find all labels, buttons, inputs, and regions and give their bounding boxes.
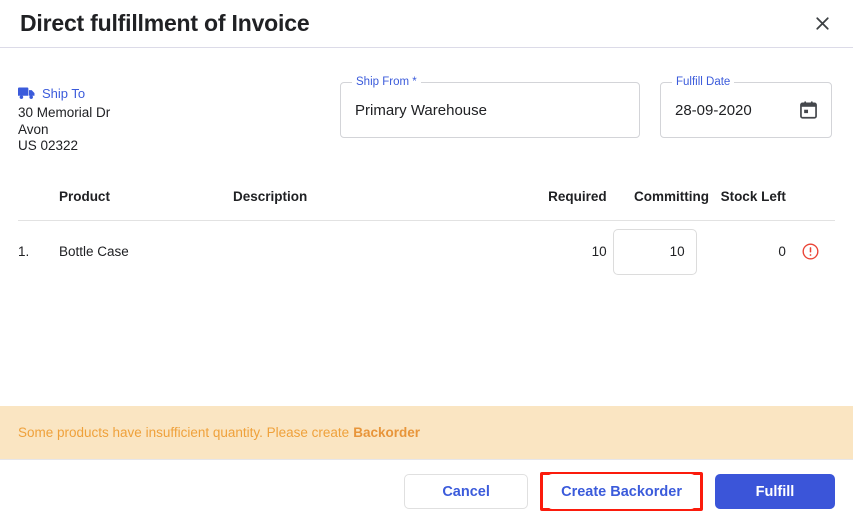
products-header-row: Product Description Required Committing … bbox=[18, 188, 835, 221]
calendar-icon[interactable] bbox=[792, 101, 817, 119]
column-header-committing: Committing bbox=[634, 188, 710, 204]
insufficient-quantity-banner: Some products have insufficient quantity… bbox=[0, 406, 853, 460]
committing-input[interactable]: 10 bbox=[612, 228, 697, 275]
ship-to-block: Ship To 30 Memorial Dr Avon US 02322 bbox=[18, 82, 340, 155]
row-stock-left: 0 bbox=[778, 244, 786, 259]
row-committing-cell: 10 bbox=[607, 220, 709, 283]
create-backorder-highlight: Create Backorder bbox=[540, 472, 703, 511]
row-description bbox=[233, 220, 515, 283]
row-product-name: Bottle Case bbox=[58, 244, 129, 259]
column-header-required: Required bbox=[548, 188, 607, 204]
ship-to-address-line-3: US 02322 bbox=[18, 138, 79, 153]
table-row: 1. Bottle Case 10 10 0 bbox=[18, 220, 835, 283]
fulfill-date-value: 28-09-2020 bbox=[675, 101, 752, 119]
error-circle-icon bbox=[802, 243, 819, 260]
products-table-body: 1. Bottle Case 10 10 0 bbox=[18, 220, 835, 283]
cancel-button[interactable]: Cancel bbox=[404, 474, 529, 509]
dialog-header: Direct fulfillment of Invoice bbox=[0, 0, 853, 48]
ship-from-field[interactable]: Ship From * Primary Warehouse bbox=[340, 75, 640, 138]
create-backorder-button[interactable]: Create Backorder bbox=[547, 474, 696, 509]
ship-to-heading: Ship To bbox=[18, 86, 340, 101]
row-index: 1. bbox=[18, 244, 30, 259]
banner-message: Some products have insufficient quantity… bbox=[18, 425, 350, 440]
ship-to-address-line-2: Avon bbox=[18, 121, 49, 137]
products-table-head: Product Description Required Committing … bbox=[18, 188, 835, 221]
column-header-stock-left: Stock Left bbox=[720, 188, 786, 204]
ship-to-address-line-1: 30 Memorial Dr bbox=[18, 105, 111, 120]
backorder-link[interactable]: Backorder bbox=[353, 425, 420, 440]
ship-from-label: Ship From * bbox=[352, 75, 421, 89]
fulfill-button[interactable]: Fulfill bbox=[715, 474, 835, 509]
row-flag-cell bbox=[786, 220, 835, 283]
column-header-product: Product bbox=[58, 188, 110, 204]
column-header-flag bbox=[786, 189, 835, 221]
fulfill-date-label: Fulfill Date bbox=[672, 75, 735, 89]
ship-from-value: Primary Warehouse bbox=[355, 101, 487, 119]
products-table-wrapper: Product Description Required Committing … bbox=[0, 189, 853, 283]
page-title: Direct fulfillment of Invoice bbox=[20, 10, 310, 36]
direct-fulfillment-dialog: Direct fulfillment of Invoice Ship To 30… bbox=[0, 0, 853, 523]
close-icon[interactable] bbox=[809, 11, 835, 37]
ship-to-label: Ship To bbox=[42, 86, 86, 101]
dialog-body: Ship To 30 Memorial Dr Avon US 02322 Shi… bbox=[0, 48, 853, 460]
fulfill-date-field[interactable]: Fulfill Date 28-09-2020 bbox=[660, 75, 832, 138]
products-table: Product Description Required Committing … bbox=[18, 189, 835, 283]
info-strip: Ship To 30 Memorial Dr Avon US 02322 Shi… bbox=[0, 48, 853, 155]
column-header-description: Description bbox=[232, 188, 308, 204]
truck-icon bbox=[18, 87, 35, 100]
row-required-qty: 10 bbox=[591, 244, 607, 259]
column-header-index bbox=[18, 189, 59, 221]
dialog-footer: Cancel Create Backorder Fulfill bbox=[0, 460, 853, 523]
